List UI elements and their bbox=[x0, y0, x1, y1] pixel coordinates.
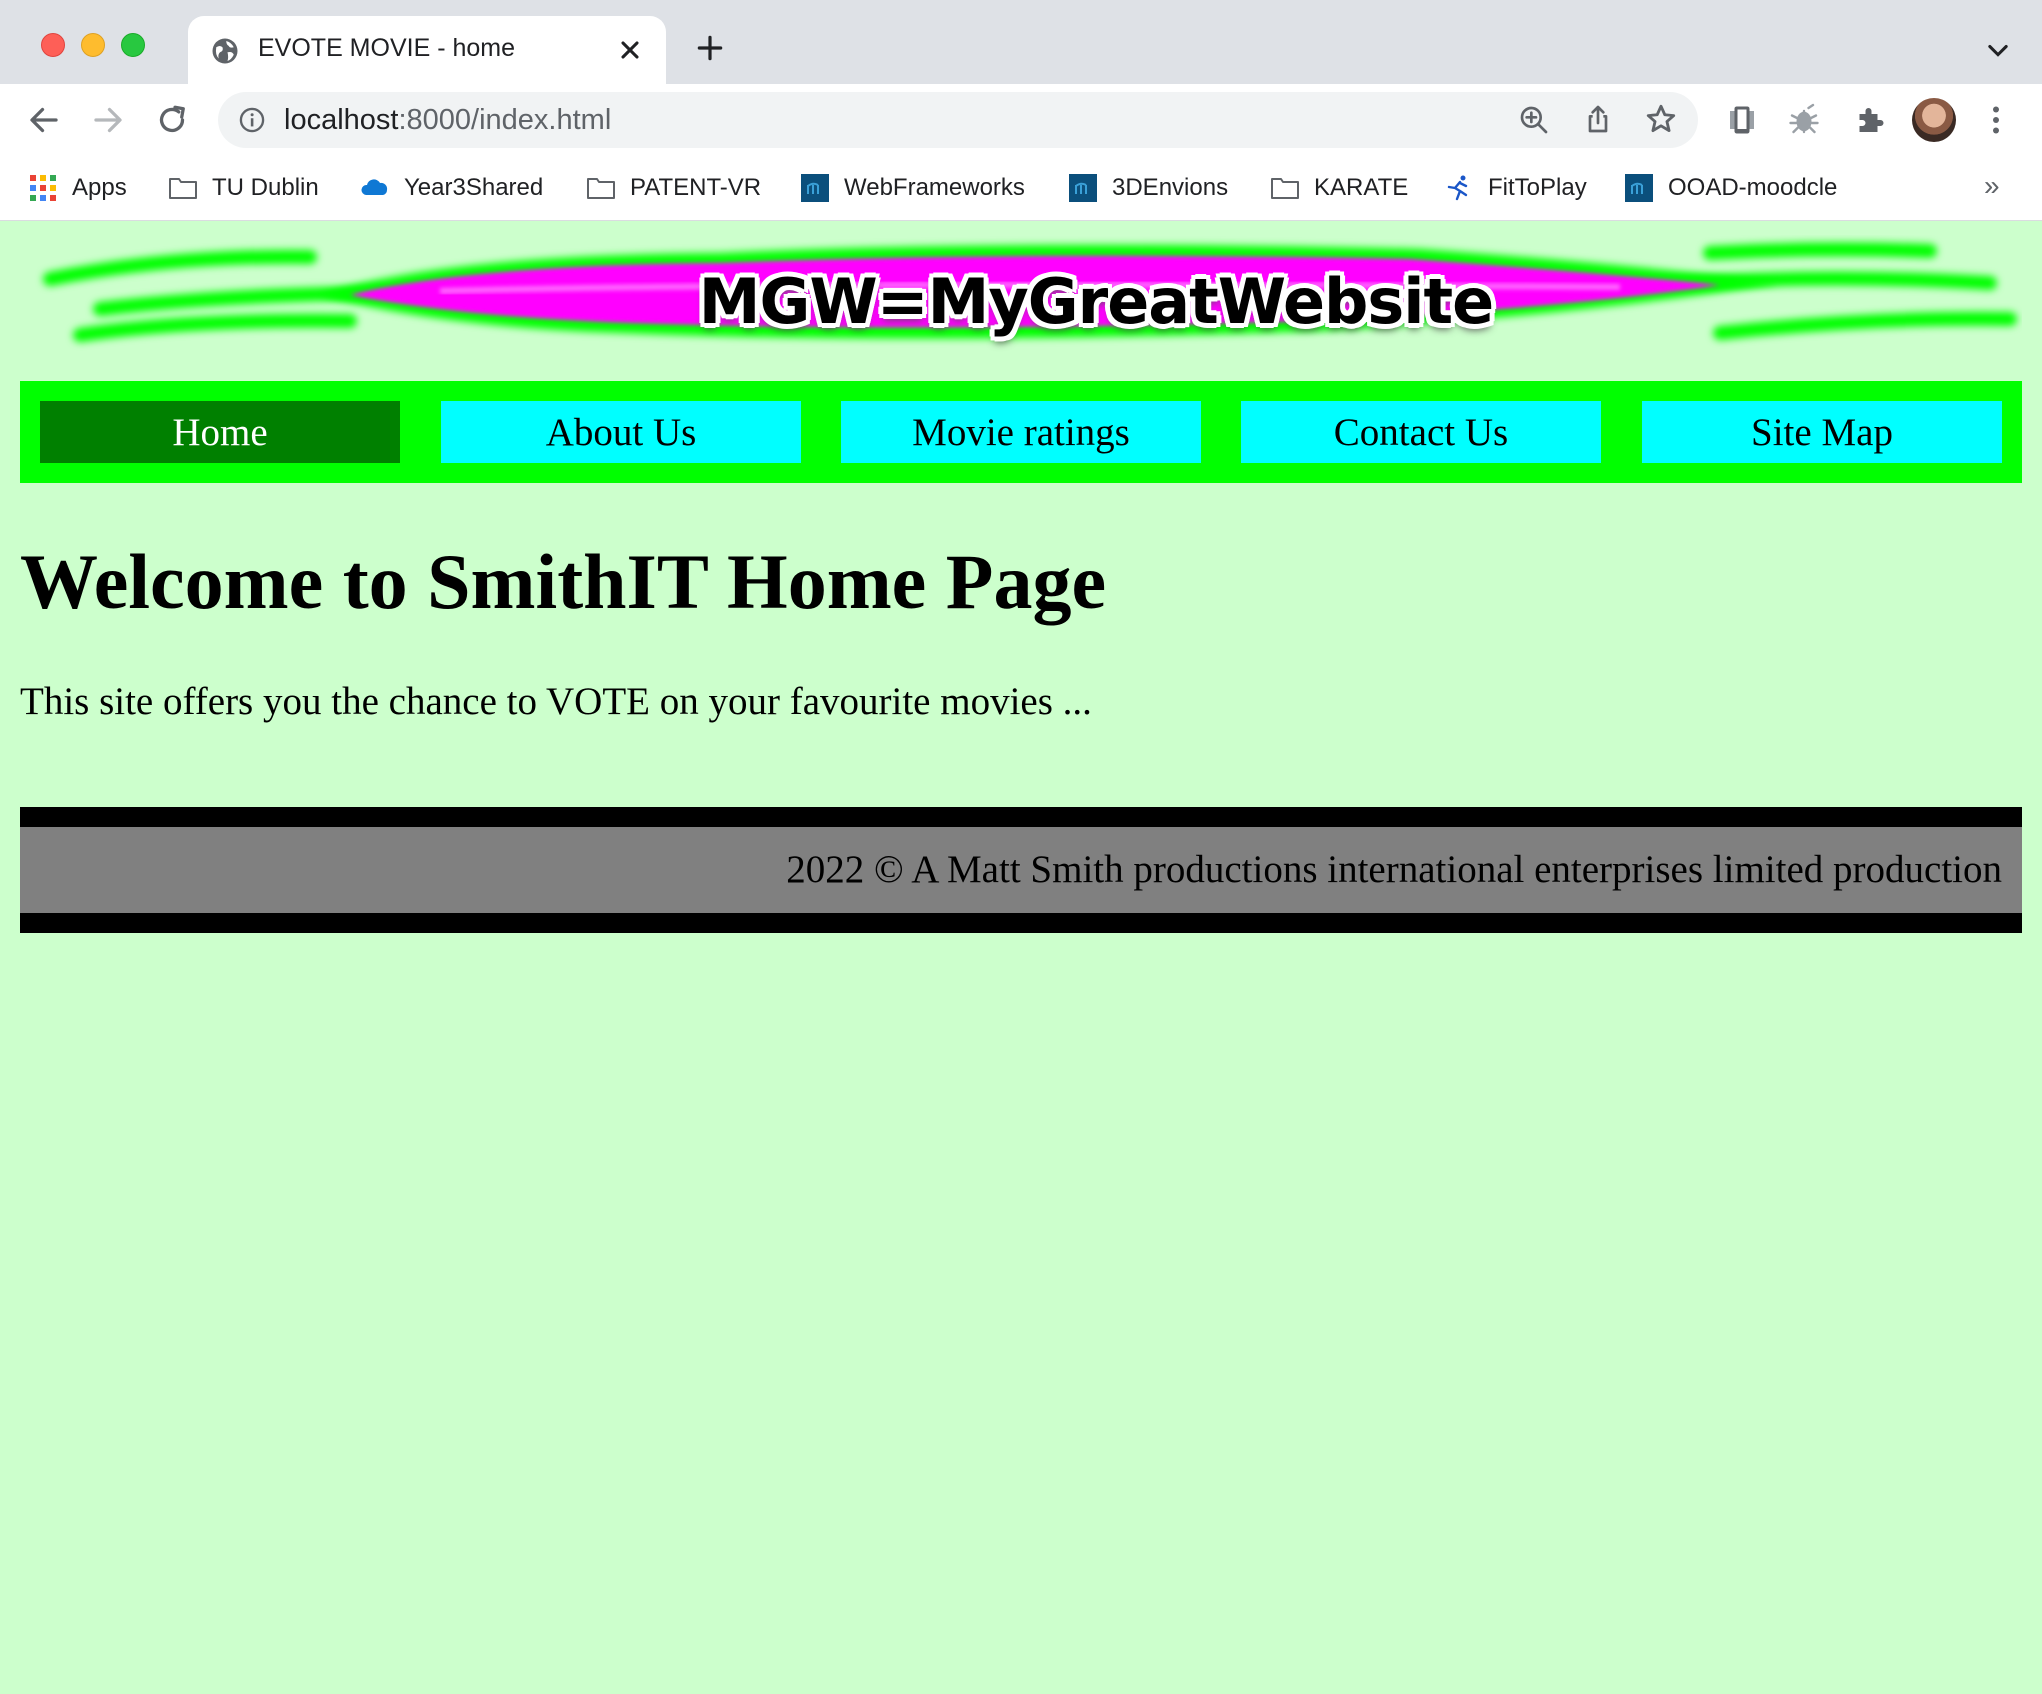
nav-contact-us[interactable]: Contact Us bbox=[1241, 401, 1601, 463]
device-mode-icon[interactable] bbox=[1724, 102, 1760, 138]
bookmark-label: TU Dublin bbox=[212, 174, 319, 201]
bookmark-label: KARATE bbox=[1314, 174, 1409, 201]
maximize-window-button[interactable] bbox=[121, 33, 145, 57]
nav-movie-ratings[interactable]: Movie ratings bbox=[841, 401, 1201, 463]
site-info-icon[interactable] bbox=[238, 106, 266, 134]
zoom-icon[interactable] bbox=[1518, 104, 1550, 136]
folder-icon bbox=[1271, 178, 1299, 199]
bookmark-star-icon[interactable] bbox=[1644, 102, 1678, 136]
bug-extension-icon[interactable] bbox=[1786, 102, 1822, 138]
bookmark-tu-dublin[interactable]: TU Dublin bbox=[168, 166, 319, 210]
onedrive-cloud-icon bbox=[361, 179, 388, 195]
url-path: :8000/index.html bbox=[398, 104, 612, 136]
apps-grid-icon bbox=[30, 175, 56, 201]
nav-about-us[interactable]: About Us bbox=[441, 401, 801, 463]
close-tab-icon[interactable] bbox=[616, 36, 644, 64]
globe-icon bbox=[212, 38, 238, 64]
forward-arrow-icon[interactable] bbox=[90, 102, 126, 138]
url-host: localhost bbox=[284, 104, 399, 136]
moodle-icon bbox=[1069, 174, 1097, 202]
bookmark-fittoplay[interactable]: FitToPlay bbox=[1444, 166, 1587, 210]
page-title: Welcome to SmithIT Home Page bbox=[20, 538, 1107, 625]
url-text[interactable]: localhost:8000/index.html bbox=[284, 104, 611, 137]
folder-icon bbox=[587, 178, 615, 199]
bookmarks-bar: Apps TU Dublin Year3Shared PATENT-VR Web… bbox=[0, 156, 2042, 221]
bookmark-karate[interactable]: KARATE bbox=[1270, 166, 1408, 210]
puzzle-extensions-icon[interactable] bbox=[1852, 102, 1888, 138]
site-footer: 2022 © A Matt Smith productions internat… bbox=[20, 807, 2022, 933]
browser-tab[interactable]: EVOTE MOVIE - home bbox=[188, 16, 666, 84]
new-tab-icon[interactable] bbox=[694, 32, 726, 64]
more-menu-icon[interactable] bbox=[1978, 102, 2014, 138]
bookmark-label: FitToPlay bbox=[1488, 174, 1587, 201]
bookmark-label: Apps bbox=[72, 174, 127, 201]
minimize-window-button[interactable] bbox=[81, 33, 105, 57]
back-arrow-icon[interactable] bbox=[26, 102, 62, 138]
bookmark-label: PATENT-VR bbox=[630, 174, 762, 201]
bookmark-ooad-moodcle[interactable]: OOAD-moodcle bbox=[1624, 166, 1837, 210]
browser-toolbar: localhost:8000/index.html bbox=[0, 84, 2042, 156]
profile-avatar[interactable] bbox=[1912, 98, 1956, 142]
bookmark-webframeworks[interactable]: WebFrameworks bbox=[800, 166, 1025, 210]
reload-icon[interactable] bbox=[154, 102, 190, 138]
moodle-icon bbox=[801, 174, 829, 202]
close-window-button[interactable] bbox=[41, 33, 65, 57]
bookmark-label: WebFrameworks bbox=[844, 174, 1025, 201]
share-icon[interactable] bbox=[1582, 102, 1614, 136]
moodle-icon bbox=[1625, 174, 1653, 202]
bookmarks-overflow-button[interactable]: » bbox=[1984, 170, 2000, 202]
runner-icon bbox=[1447, 175, 1468, 201]
web-page: MGW=MyGreatWebsite Home About Us Movie r… bbox=[0, 221, 2042, 1694]
nav-home[interactable]: Home bbox=[40, 401, 400, 463]
tab-strip: EVOTE MOVIE - home bbox=[0, 0, 2042, 84]
footer-copyright: 2022 © A Matt Smith productions internat… bbox=[786, 848, 2002, 891]
site-navigation: Home About Us Movie ratings Contact Us S… bbox=[20, 381, 2022, 483]
intro-paragraph: This site offers you the chance to VOTE … bbox=[20, 680, 1092, 723]
banner-title: MGW=MyGreatWebsite bbox=[698, 265, 1494, 338]
bookmark-3denvions[interactable]: 3DEnvions bbox=[1068, 166, 1228, 210]
chevron-down-icon[interactable] bbox=[1984, 38, 2012, 62]
bookmark-year3shared[interactable]: Year3Shared bbox=[360, 166, 543, 210]
folder-icon bbox=[169, 178, 197, 199]
tab-title: EVOTE MOVIE - home bbox=[258, 34, 516, 62]
address-bar[interactable]: localhost:8000/index.html bbox=[218, 92, 1698, 148]
site-banner: MGW=MyGreatWebsite bbox=[20, 235, 2022, 365]
nav-site-map[interactable]: Site Map bbox=[1642, 401, 2002, 463]
browser-window: EVOTE MOVIE - home localhost:8000/index.… bbox=[0, 0, 2042, 1694]
bookmark-label: OOAD-moodcle bbox=[1668, 174, 1838, 201]
bookmark-label: 3DEnvions bbox=[1112, 174, 1229, 201]
bookmark-patent-vr[interactable]: PATENT-VR bbox=[586, 166, 761, 210]
bookmark-apps[interactable]: Apps bbox=[28, 166, 127, 210]
bookmark-label: Year3Shared bbox=[404, 174, 544, 201]
